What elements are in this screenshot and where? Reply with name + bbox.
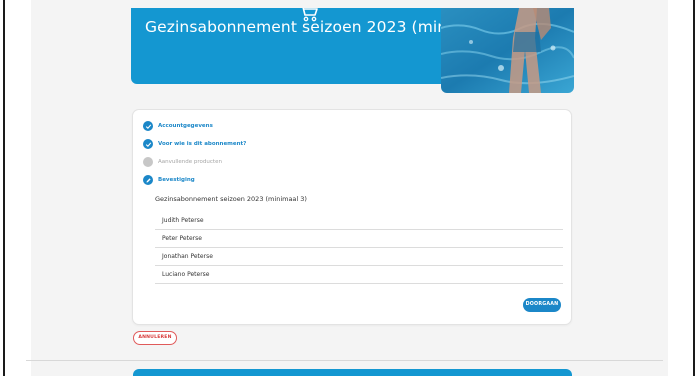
member-name: Luciano Peterse	[162, 271, 210, 278]
step-confirmation[interactable]: Bevestiging	[143, 174, 195, 186]
pencil-icon	[143, 175, 153, 185]
swimmer-photo	[441, 8, 574, 93]
continue-button[interactable]: DOORGAAN	[523, 298, 561, 312]
member-name: Jonathan Peterse	[162, 253, 213, 260]
step-label: Voor wie is dit abonnement?	[158, 141, 247, 147]
list-item: Peter Peterse	[155, 229, 563, 248]
check-icon	[143, 121, 153, 131]
list-item: Jonathan Peterse	[155, 247, 563, 266]
check-icon	[143, 139, 153, 149]
dot-icon	[143, 157, 153, 167]
checkout-card: Accountgegevens Voor wie is dit abonneme…	[133, 110, 571, 324]
list-item: Judith Peterse	[155, 211, 563, 230]
cancel-button[interactable]: ANNULEREN	[133, 331, 177, 345]
member-name: Judith Peterse	[162, 217, 204, 224]
hero-image	[441, 8, 574, 93]
step-account[interactable]: Accountgegevens	[143, 120, 213, 132]
divider	[26, 360, 663, 361]
list-item: Luciano Peterse	[155, 265, 563, 284]
step-label: Accountgegevens	[158, 123, 213, 129]
footer-band	[133, 369, 572, 376]
step-label: Aanvullende producten	[158, 159, 222, 165]
step-for-whom[interactable]: Voor wie is dit abonnement?	[143, 138, 246, 150]
step-label: Bevestiging	[158, 177, 195, 183]
summary-title: Gezinsabonnement seizoen 2023 (minimaal …	[155, 195, 307, 203]
step-extra-products: Aanvullende producten	[143, 156, 222, 168]
member-name: Peter Peterse	[162, 235, 202, 242]
